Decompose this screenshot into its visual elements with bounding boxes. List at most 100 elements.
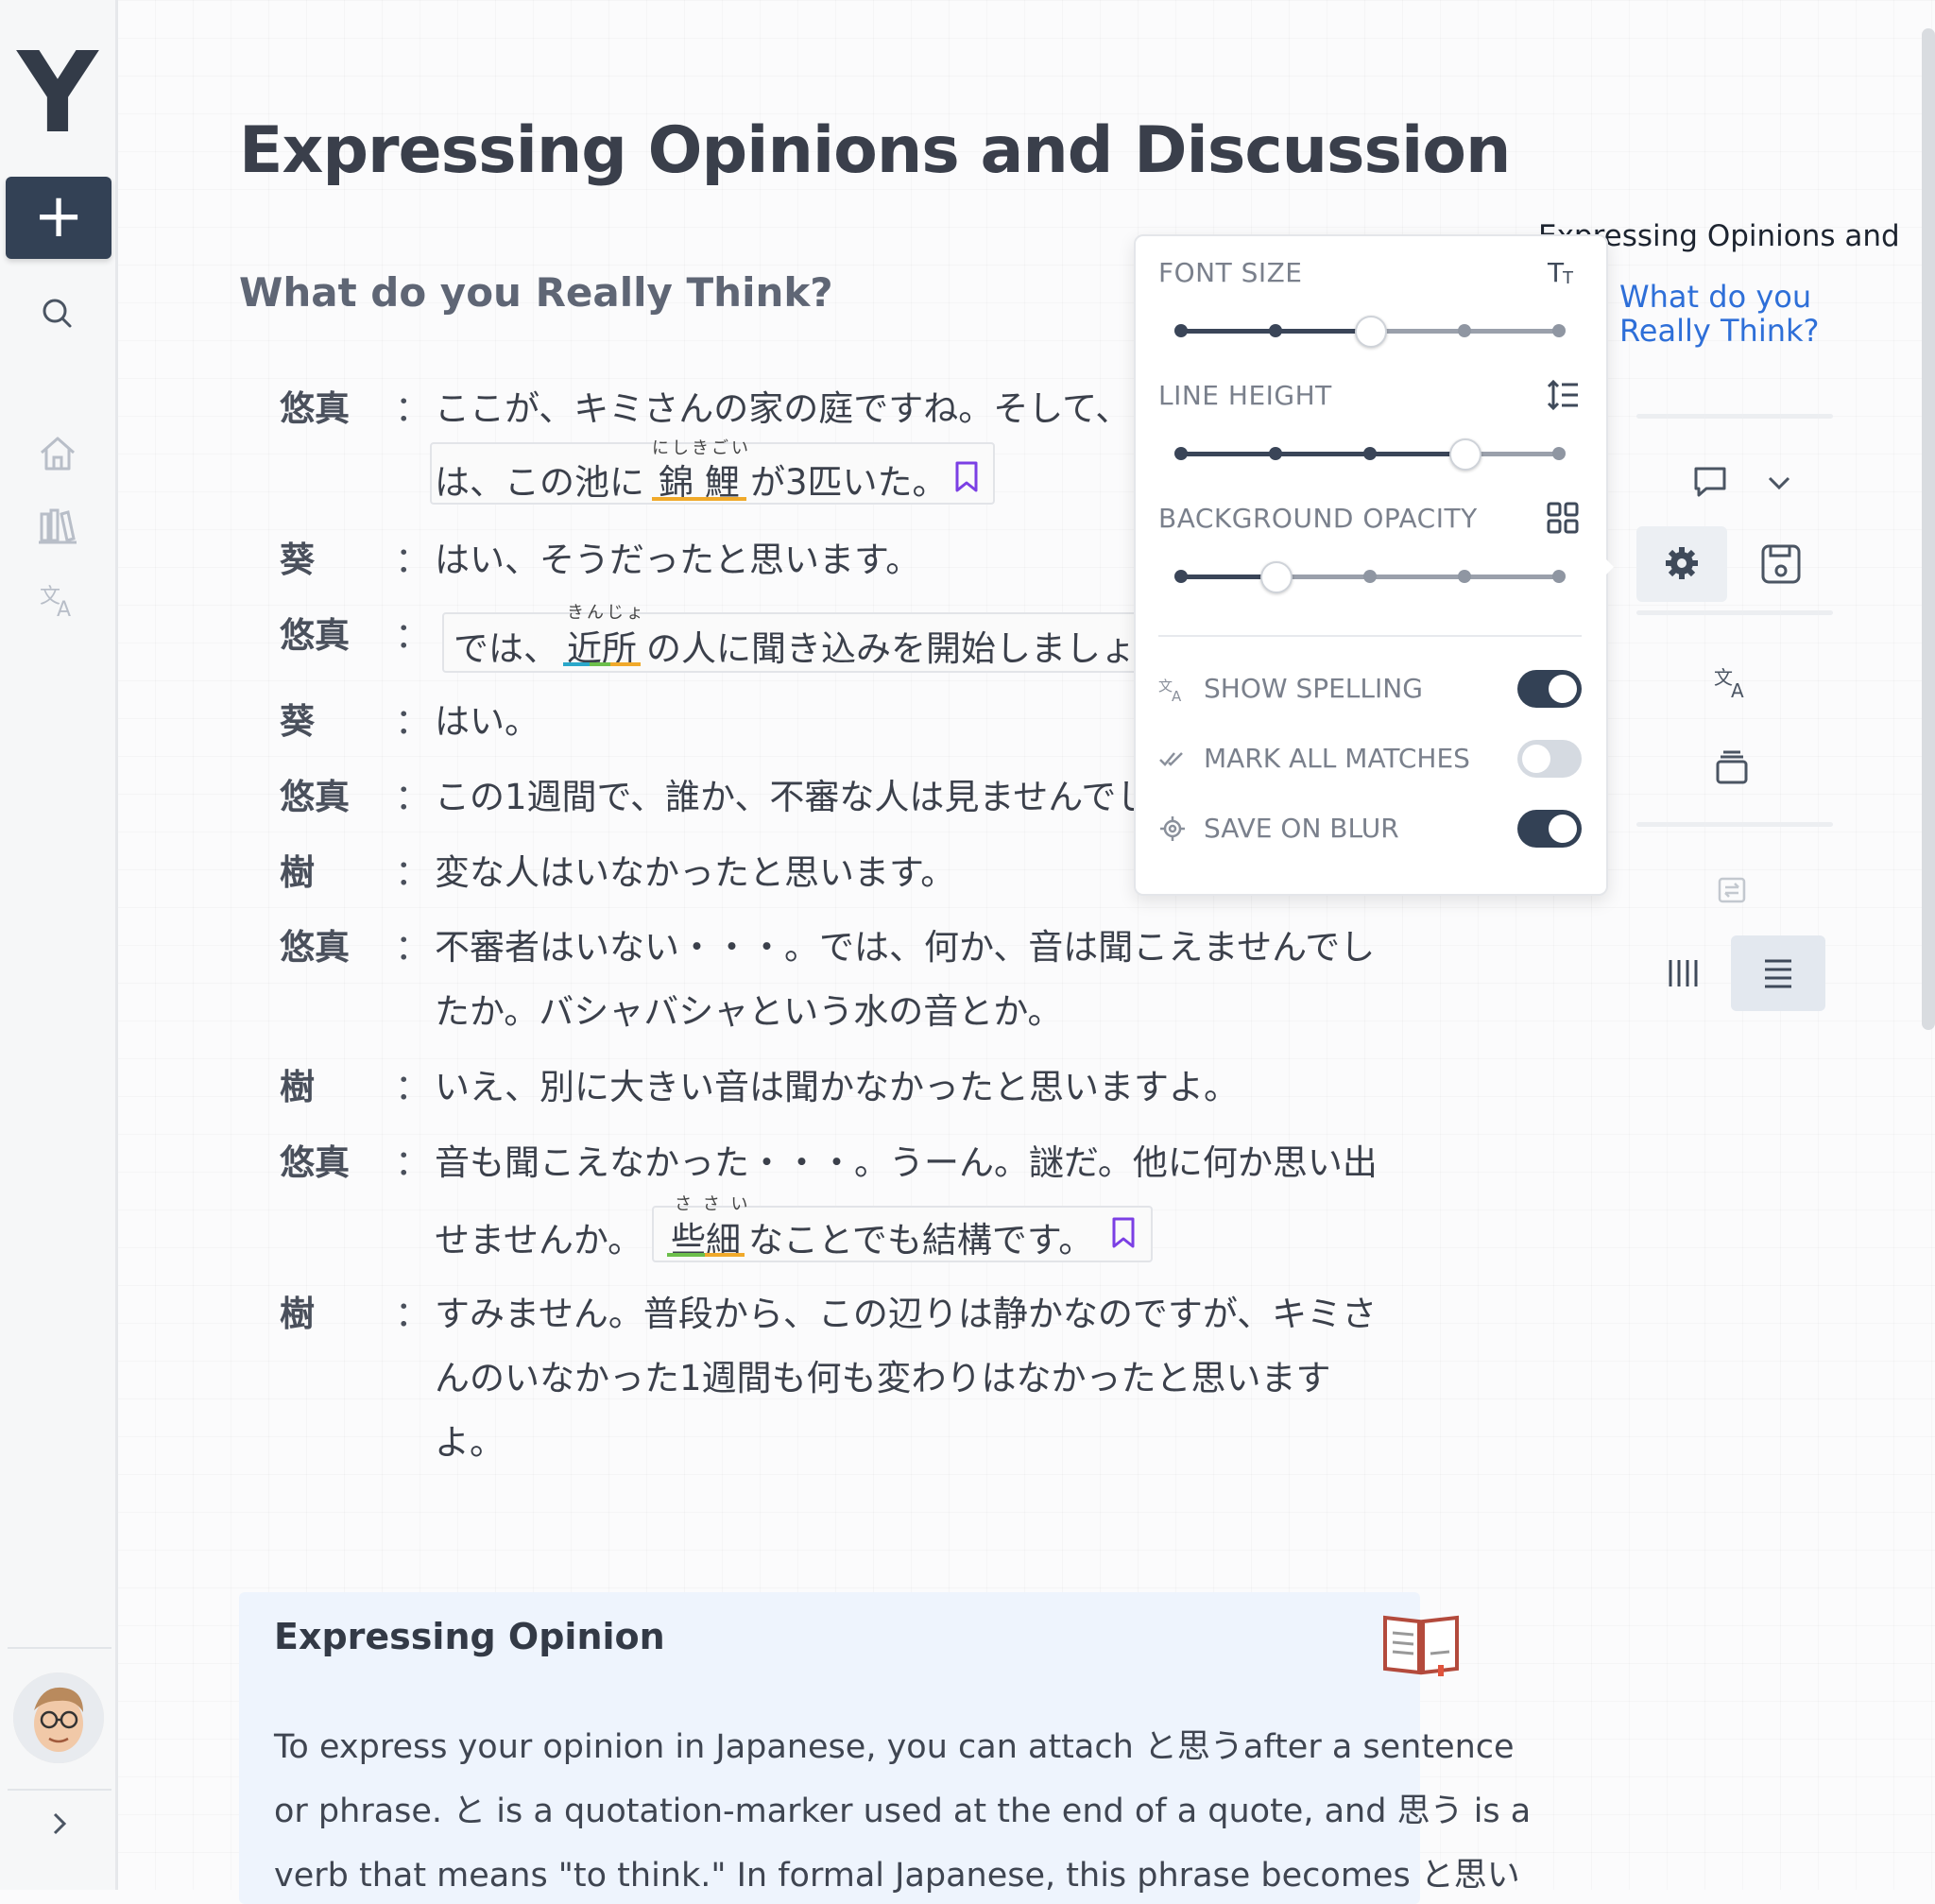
app-logo[interactable]: Y: [0, 36, 115, 149]
translate-icon[interactable]: 文A: [1712, 661, 1752, 702]
sidebar-divider: [8, 1647, 111, 1649]
dialogue-line: たか。バシャバシャという水の音とか。: [435, 991, 1063, 1032]
save-icon[interactable]: [1759, 542, 1803, 586]
speaker-colon: ：: [395, 1294, 430, 1334]
svg-text:文: 文: [1714, 666, 1733, 689]
slider-step-dot[interactable]: [1174, 447, 1188, 460]
vocab-underline: [652, 497, 746, 501]
save-on-blur-toggle[interactable]: [1517, 810, 1582, 848]
dialogue-line: すみません。普段から、この辺りは静かなのですが、キミさ: [435, 1294, 1378, 1334]
dialogue-line: ここが、キミさんの家の庭ですね。そして、: [435, 388, 1131, 429]
dialogue-line: いえ、別に大きい音は聞かなかったと思いますよ。: [435, 1067, 1239, 1107]
dialogue-line: はい。: [435, 701, 539, 742]
search-icon[interactable]: [34, 290, 81, 337]
toggle-knob: [1522, 745, 1550, 773]
translate-icon: 文A: [1158, 675, 1187, 705]
slider-step-dot[interactable]: [1552, 324, 1566, 337]
new-button[interactable]: +: [6, 177, 111, 259]
speaker-colon: ：: [395, 388, 430, 429]
vertical-text-icon[interactable]: [1665, 954, 1703, 992]
popover-arrow: [1602, 556, 1614, 578]
speaker-colon: ：: [395, 701, 430, 742]
chevron-down-icon[interactable]: [1763, 467, 1795, 499]
save-on-blur-label: SAVE ON BLUR: [1204, 813, 1399, 844]
vocab-underline: [590, 662, 610, 666]
comment-icon[interactable]: [1691, 463, 1729, 501]
slider-knob[interactable]: [1355, 316, 1387, 348]
grid-icon: [1546, 501, 1580, 535]
dialogue-line: では、: [454, 628, 558, 669]
slider-step-dot[interactable]: [1269, 447, 1282, 460]
speaker-colon: ：: [395, 615, 430, 656]
translate-icon[interactable]: 文A: [34, 575, 81, 622]
show-spelling-toggle[interactable]: [1517, 670, 1582, 708]
toolbar-divider: [1636, 414, 1833, 419]
slider-step-dot[interactable]: [1458, 324, 1471, 337]
vocab-underline: [610, 662, 641, 666]
show-spelling-label: SHOW SPELLING: [1204, 673, 1423, 704]
speaker-name: 葵: [280, 540, 315, 580]
slider-step-dot[interactable]: [1269, 324, 1282, 337]
speaker-name: 樹: [280, 1294, 315, 1334]
speaker-name: 悠真: [280, 777, 350, 817]
home-icon[interactable]: [34, 430, 81, 477]
grammar-note-title: Expressing Opinion: [274, 1616, 665, 1657]
page-title: Expressing Opinions and Discussion: [239, 113, 1511, 188]
dialogue-line: よ。: [435, 1422, 505, 1463]
background-opacity-label: BACKGROUND OPACITY: [1158, 503, 1478, 534]
slider-knob[interactable]: [1449, 438, 1481, 471]
dialogue-line: はい、そうだったと思います。: [435, 540, 921, 580]
expand-sidebar-icon[interactable]: [45, 1805, 74, 1843]
svg-text:A: A: [57, 598, 71, 622]
avatar[interactable]: [13, 1672, 104, 1763]
bookmark-icon[interactable]: [1111, 1217, 1136, 1249]
line-height-label: LINE HEIGHT: [1158, 380, 1332, 411]
svg-text:T: T: [1562, 268, 1574, 288]
dialogue-line: は、この池に: [435, 462, 644, 503]
dialogue-line: なことでも結構です。: [748, 1220, 1094, 1261]
gear-icon: [1663, 544, 1701, 582]
outline-link[interactable]: What do you Really Think?: [1619, 280, 1912, 348]
slider-step-dot[interactable]: [1458, 570, 1471, 583]
font-size-icon: TT: [1546, 255, 1580, 289]
speaker-name: 樹: [280, 852, 315, 893]
slider-step-dot[interactable]: [1363, 447, 1377, 460]
open-book-icon[interactable]: [1381, 1608, 1461, 1678]
slider-step-dot[interactable]: [1363, 570, 1377, 583]
scrollbar[interactable]: [1922, 28, 1935, 1030]
sidebar-divider: [8, 1789, 111, 1791]
speaker-colon: ：: [395, 1067, 430, 1107]
slider-step-dot[interactable]: [1552, 570, 1566, 583]
speaker-name: 樹: [280, 1067, 315, 1107]
grammar-note-text: or phrase. と is a quotation-marker used …: [274, 1793, 1532, 1830]
dialogue-line: が3匹いた。: [750, 462, 948, 503]
svg-text:文: 文: [1158, 678, 1173, 695]
slider-knob[interactable]: [1260, 561, 1293, 593]
toggle-knob: [1549, 815, 1577, 843]
sidebar: Y + 文A: [0, 0, 118, 1890]
dialogue-line: の人に聞き込みを開始しましょ: [646, 628, 1136, 669]
speaker-name: 悠真: [280, 1142, 350, 1183]
speaker-name: 悠真: [280, 615, 350, 656]
toolbar-divider: [1636, 822, 1833, 827]
speaker-colon: ：: [395, 852, 430, 893]
swap-icon[interactable]: [1718, 877, 1746, 903]
grammar-note-text: verb that means "to think." In formal Ja…: [274, 1857, 1520, 1895]
bookmark-icon[interactable]: [954, 461, 979, 493]
library-icon[interactable]: [34, 503, 81, 550]
dialogue-line: この1週間で、誰か、不審な人は見ませんでし: [435, 777, 1152, 817]
svg-text:A: A: [1172, 688, 1182, 703]
slider-step-dot[interactable]: [1174, 570, 1188, 583]
slider-step-dot[interactable]: [1552, 447, 1566, 460]
toolbar-divider: [1636, 610, 1833, 615]
mark-all-matches-toggle[interactable]: [1517, 740, 1582, 778]
slider-step-dot[interactable]: [1174, 324, 1188, 337]
dialogue-line: んのいなかった1週間も何も変わりはなかったと思います: [435, 1358, 1331, 1398]
speaker-name: 悠真: [280, 388, 350, 429]
mark-all-matches-label: MARK ALL MATCHES: [1204, 743, 1470, 774]
vocab-underline: [563, 662, 590, 666]
cards-icon[interactable]: [1714, 750, 1750, 786]
section-heading: What do you Really Think?: [239, 269, 833, 316]
slider-fill: [1181, 452, 1464, 456]
dialogue-line: せませんか。: [435, 1220, 643, 1261]
